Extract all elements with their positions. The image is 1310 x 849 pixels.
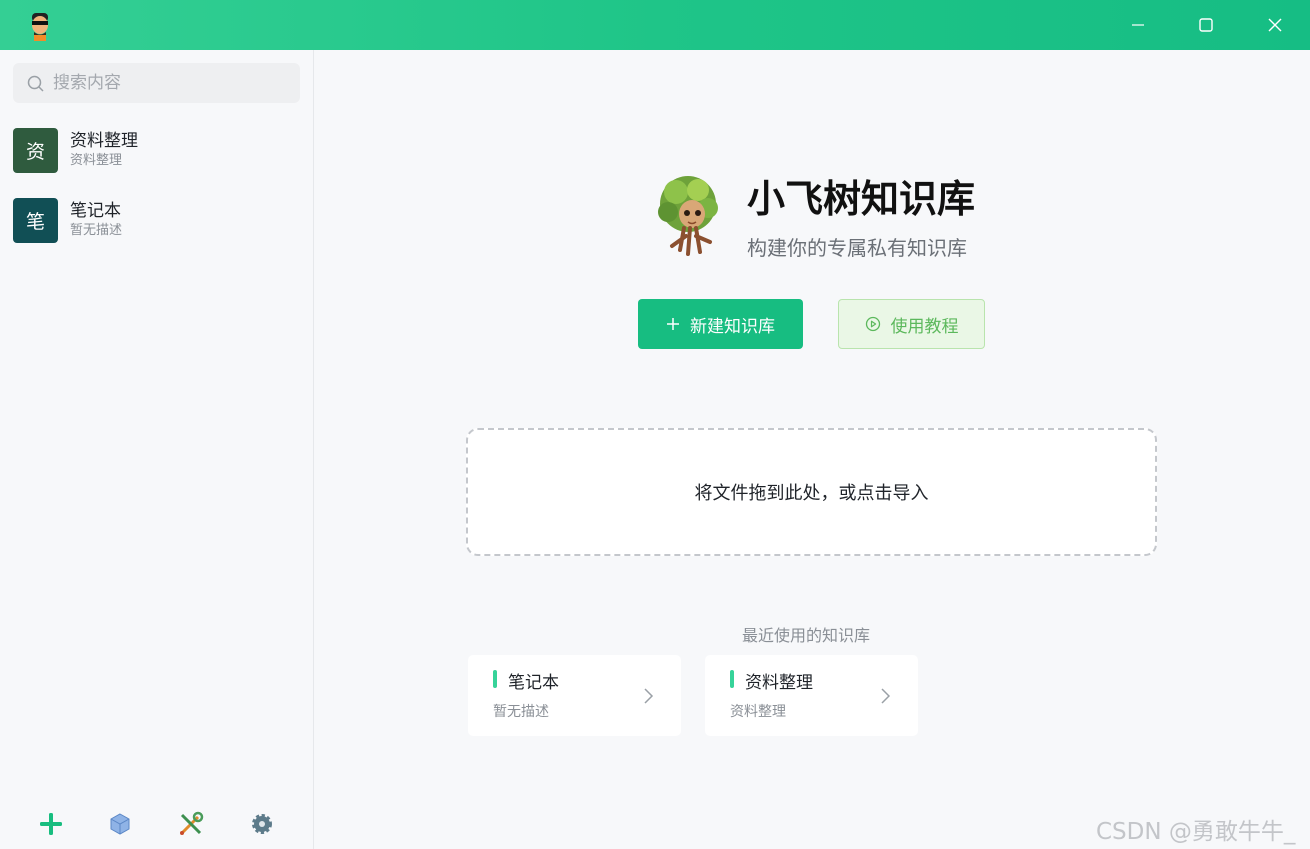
kb-badge: 资: [13, 127, 58, 173]
kb-title: 资料整理: [70, 131, 138, 151]
sidebar: 资 资料整理 资料整理 笔 笔记本 暂无描述: [0, 50, 314, 849]
sidebar-item-kb-0[interactable]: 资 资料整理 资料整理: [13, 126, 303, 174]
brand-subtitle: 构建你的专属私有知识库: [747, 236, 967, 260]
recent-subtitle: 资料整理: [730, 704, 786, 720]
search-box[interactable]: [13, 63, 300, 103]
cartoon-avatar-icon[interactable]: [26, 11, 54, 41]
watermark: CSDN @勇敢牛牛_: [1096, 819, 1296, 845]
recent-card-1[interactable]: 资料整理 资料整理: [705, 655, 918, 736]
kb-subtitle: 资料整理: [70, 153, 123, 168]
recent-title: 资料整理: [745, 673, 813, 693]
accent-bar: [730, 670, 734, 688]
play-circle-icon: [865, 316, 880, 332]
minimize-button[interactable]: [1104, 0, 1172, 50]
kb-subtitle: 暂无描述: [70, 223, 123, 238]
kb-badge: 笔: [13, 197, 58, 243]
cube-icon[interactable]: [106, 810, 134, 838]
close-button[interactable]: [1241, 0, 1309, 50]
recent-subtitle: 暂无描述: [493, 704, 549, 720]
maximize-icon: [1199, 18, 1213, 32]
file-dropzone[interactable]: 将文件拖到此处，或点击导入: [466, 428, 1157, 556]
tools-icon[interactable]: [177, 810, 205, 838]
new-knowledge-base-button[interactable]: 新建知识库: [638, 299, 803, 349]
chevron-right-icon: [644, 688, 654, 704]
gear-icon[interactable]: [248, 810, 276, 838]
tutorial-button[interactable]: 使用教程: [838, 299, 985, 349]
main-panel: 小飞树知识库 构建你的专属私有知识库 新建知识库 使用教程 将文件拖到此处，或点…: [315, 50, 1310, 849]
brand-title: 小飞树知识库: [747, 177, 976, 221]
recent-card-0[interactable]: 笔记本 暂无描述: [468, 655, 681, 736]
new-knowledge-base-label: 新建知识库: [690, 316, 775, 336]
search-input[interactable]: [53, 73, 273, 93]
title-bar: [0, 0, 1310, 50]
accent-bar: [493, 670, 497, 688]
plus-icon: [667, 318, 679, 330]
add-icon[interactable]: [37, 810, 65, 838]
maximize-button[interactable]: [1172, 0, 1240, 50]
kb-title: 笔记本: [70, 201, 121, 221]
dropzone-text: 将文件拖到此处，或点击导入: [694, 483, 929, 504]
close-icon: [1268, 18, 1282, 32]
recent-title: 笔记本: [508, 673, 559, 693]
tree-mascot-icon: [650, 170, 730, 260]
minimize-icon: [1132, 24, 1144, 26]
chevron-right-icon: [881, 688, 891, 704]
search-icon: [27, 75, 44, 92]
tutorial-label: 使用教程: [890, 316, 959, 337]
sidebar-item-kb-1[interactable]: 笔 笔记本 暂无描述: [13, 196, 303, 244]
recent-label: 最近使用的知识库: [742, 626, 871, 645]
